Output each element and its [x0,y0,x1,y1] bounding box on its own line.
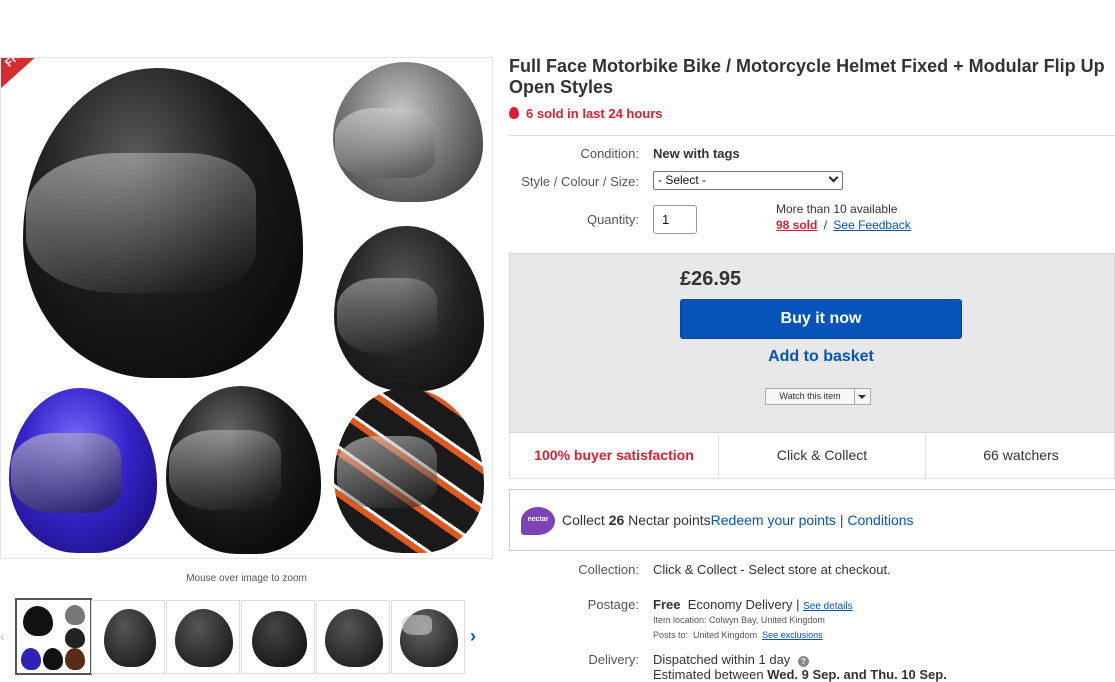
thumbnail-item[interactable] [391,600,465,674]
delivery-estimate-prefix: Estimated between [653,667,764,682]
caret-down-icon[interactable] [858,395,866,399]
helmet-visor [11,433,121,513]
sold-count-link[interactable]: 98 sold [776,218,817,232]
chevron-down-icon [828,172,839,183]
thumbnail-item[interactable] [166,600,240,674]
helmet-visor [169,430,281,510]
style-select-value: - Select - [658,173,707,187]
postage-pipe: | [796,597,800,612]
nectar-points-box: nectar Collect 26 Nectar pointsRedeem yo… [509,489,1115,551]
collection-value: Click & Collect - Select store at checko… [653,562,891,577]
postage-free: Free [653,597,681,612]
nectar-collect-suffix: Nectar points [628,512,711,528]
thumbnail-item[interactable] [241,600,315,674]
quantity-input[interactable]: 1 [653,205,697,234]
sold-recent-badge: 6 sold in last 24 hours [509,106,663,121]
buy-it-now-button[interactable]: Buy it now [680,299,962,339]
sold-feedback-line: 98 sold / See Feedback [776,218,911,232]
nectar-collect-prefix: Collect [562,512,605,528]
collection-label: Collection: [578,562,639,577]
main-product-image[interactable]: Free postage [0,57,493,559]
delivery-estimate-dates: Wed. 9 Sep. and Thu. 10 Sep. [767,667,947,682]
delivery-label: Delivery: [588,652,639,667]
thumbnail-prev-arrow-icon[interactable]: ‹ [0,628,5,644]
availability-text: More than 10 available [776,202,898,216]
nectar-points-count: 26 [608,512,625,528]
sold-recent-text: 6 sold in last 24 hours [526,106,663,121]
thumbnail-item[interactable] [316,600,390,674]
see-details-link[interactable]: See details [803,601,852,612]
thumbnail-next-arrow-icon[interactable]: › [470,626,476,647]
see-exclusions-link[interactable]: See exclusions [762,630,823,640]
nectar-text: Collect 26 Nectar pointsRedeem your poin… [562,512,914,528]
add-to-basket-link[interactable]: Add to basket [680,348,962,366]
postage-type: Economy Delivery [687,597,793,612]
delivery-value: Dispatched within 1 day ? [653,652,809,667]
helmet-visor [335,108,435,178]
posts-to-label: Posts to: [653,630,689,640]
sold-feedback-separator: / [823,218,828,232]
see-feedback-link[interactable]: See Feedback [833,218,910,232]
helmet-visor [337,278,437,353]
nectar-conditions-link[interactable]: Conditions [847,512,913,528]
watch-item-label: Watch this item [766,389,855,404]
delivery-estimate: Estimated between Wed. 9 Sep. and Thu. 1… [653,667,947,682]
thumbnail-strip: ‹ › [0,598,493,677]
buy-box [509,253,1115,433]
postage-value: Free Economy Delivery | See details [653,597,853,612]
stats-row: 100% buyer satisfaction Click & Collect … [509,433,1115,479]
buyer-satisfaction: 100% buyer satisfaction [534,447,694,463]
style-colour-size-select[interactable]: - Select - [653,171,843,190]
watchers-count: 66 watchers [925,433,1115,478]
condition-label: Condition: [580,146,639,161]
quantity-label: Quantity: [586,212,639,227]
posts-to-value: United Kingdom [693,630,758,640]
helmet-visor [337,436,437,508]
flame-icon [509,107,519,119]
info-icon[interactable]: ? [797,656,809,667]
thumbnail-item[interactable] [91,600,165,674]
listing-title: Full Face Motorbike Bike / Motorcycle He… [509,56,1105,97]
style-label: Style / Colour / Size: [521,174,639,189]
posts-to: Posts to: United Kingdom See exclusions [653,630,823,640]
condition-value: New with tags [653,146,740,161]
divider [509,135,1115,136]
delivery-dispatch: Dispatched within 1 day [653,652,791,667]
postage-label: Postage: [587,597,639,612]
thumbnail-item[interactable] [15,598,92,675]
zoom-hint: Mouse over image to zoom [186,573,307,584]
nectar-pipe: | [839,512,844,528]
watch-item-button[interactable]: Watch this item [765,388,871,405]
click-collect-badge: Click & Collect [718,433,925,478]
helmet-visor [26,153,256,293]
redeem-points-link[interactable]: Redeem your points [711,512,836,528]
nectar-logo: nectar [521,507,555,535]
item-location: Item location: Colwyn Bay, United Kingdo… [653,615,825,625]
price: £26.95 [680,268,742,290]
